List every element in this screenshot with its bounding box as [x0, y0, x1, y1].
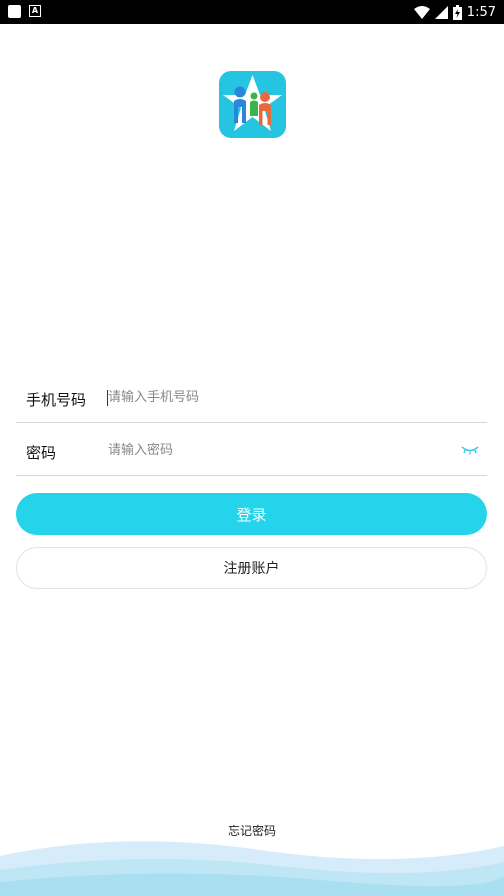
register-button[interactable]: 注册账户	[16, 547, 487, 589]
phone-input[interactable]	[108, 384, 448, 410]
login-button[interactable]: 登录	[16, 493, 487, 535]
decorative-wave	[0, 841, 504, 896]
wifi-icon	[413, 5, 430, 19]
phone-label: 手机号码	[26, 391, 87, 409]
password-input[interactable]	[108, 437, 448, 463]
password-row: 密码	[16, 423, 487, 476]
eye-closed-icon[interactable]	[461, 445, 479, 455]
notification-icon	[8, 5, 21, 18]
status-bar: A 1:57	[0, 0, 504, 24]
notification-a-icon: A	[29, 5, 41, 17]
app-logo-icon	[219, 71, 286, 138]
status-time: 1:57	[466, 4, 496, 20]
phone-row: 手机号码	[16, 370, 487, 423]
battery-icon	[452, 4, 462, 20]
status-bar-right: 1:57	[413, 3, 496, 21]
password-label: 密码	[26, 444, 57, 462]
signal-icon	[434, 5, 448, 19]
text-cursor	[107, 390, 108, 406]
status-bar-left: A	[8, 5, 41, 18]
